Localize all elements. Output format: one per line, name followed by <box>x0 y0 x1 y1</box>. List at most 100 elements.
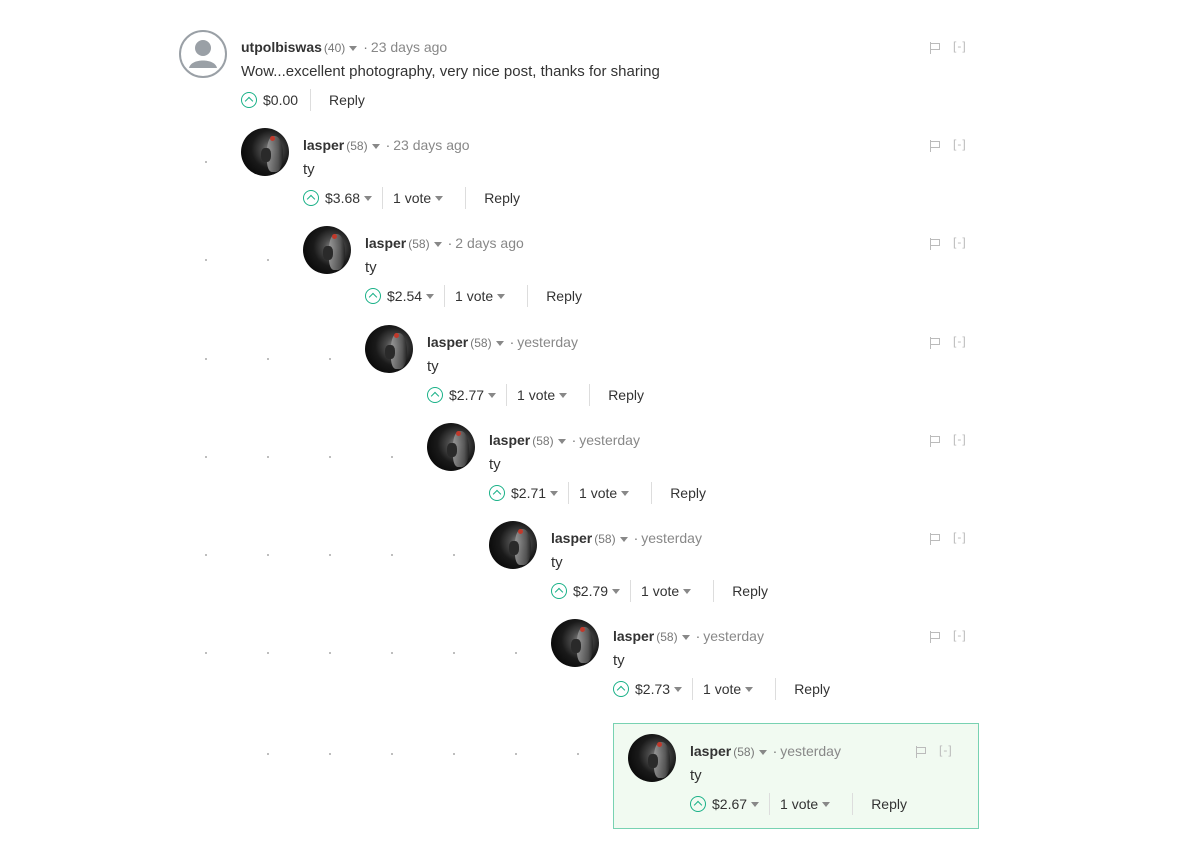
vote-count[interactable]: 1 vote <box>393 187 431 209</box>
author-link[interactable]: lasper <box>489 432 530 448</box>
reply-button[interactable]: Reply <box>546 285 582 307</box>
reply-button[interactable]: Reply <box>670 482 706 504</box>
author-menu-caret-icon[interactable] <box>433 241 442 247</box>
upvote-icon[interactable] <box>613 681 629 698</box>
collapse-button[interactable]: [-] <box>953 334 967 348</box>
collapse-button[interactable]: [-] <box>953 137 967 151</box>
votes-caret-icon[interactable] <box>559 392 568 398</box>
upvote-icon[interactable] <box>365 288 381 305</box>
user-avatar[interactable] <box>179 30 227 78</box>
payout-caret-icon[interactable] <box>550 490 559 496</box>
comment-timestamp[interactable]: yesterday <box>517 334 578 350</box>
upvote-icon[interactable] <box>489 485 505 502</box>
reply-button[interactable]: Reply <box>732 580 768 602</box>
vote-count[interactable]: 1 vote <box>641 580 679 602</box>
payout-caret-icon[interactable] <box>674 686 683 692</box>
reply-button[interactable]: Reply <box>329 89 365 111</box>
payout-value[interactable]: $2.79 <box>573 580 608 602</box>
author-link[interactable]: lasper <box>303 137 344 153</box>
author-menu-caret-icon[interactable] <box>495 340 504 346</box>
comment-body: ty <box>303 161 315 178</box>
vote-count[interactable]: 1 vote <box>517 384 555 406</box>
votes-caret-icon[interactable] <box>822 801 831 807</box>
comment-timestamp[interactable]: 23 days ago <box>393 137 469 153</box>
comment-timestamp[interactable]: yesterday <box>703 628 764 644</box>
user-avatar[interactable] <box>241 128 289 176</box>
votes-caret-icon[interactable] <box>745 686 754 692</box>
reply-button[interactable]: Reply <box>608 384 644 406</box>
user-avatar[interactable] <box>427 423 475 471</box>
payout-value[interactable]: $3.68 <box>325 187 360 209</box>
user-avatar[interactable] <box>628 734 676 782</box>
votes-caret-icon[interactable] <box>621 490 630 496</box>
author-menu-caret-icon[interactable] <box>371 143 380 149</box>
author-menu-caret-icon[interactable] <box>349 45 358 51</box>
thread-guide-dot <box>329 554 331 556</box>
author-link[interactable]: lasper <box>613 628 654 644</box>
reply-button[interactable]: Reply <box>794 678 830 700</box>
vote-count[interactable]: 1 vote <box>780 793 818 815</box>
user-avatar[interactable] <box>489 521 537 569</box>
user-avatar[interactable] <box>365 325 413 373</box>
payout-value[interactable]: $0.00 <box>263 89 298 111</box>
author-link[interactable]: lasper <box>427 334 468 350</box>
payout-value[interactable]: $2.67 <box>712 793 747 815</box>
votes-caret-icon[interactable] <box>435 195 444 201</box>
vote-count[interactable]: 1 vote <box>455 285 493 307</box>
user-avatar[interactable] <box>303 226 351 274</box>
upvote-icon[interactable] <box>241 92 257 109</box>
author-link[interactable]: lasper <box>690 743 731 759</box>
vote-count[interactable]: 1 vote <box>703 678 741 700</box>
author-menu-caret-icon[interactable] <box>758 749 767 755</box>
payout-value[interactable]: $2.73 <box>635 678 670 700</box>
comment-timestamp[interactable]: 2 days ago <box>455 235 524 251</box>
comment-body: ty <box>427 358 439 375</box>
upvote-icon[interactable] <box>427 387 443 404</box>
upvote-icon[interactable] <box>303 190 319 207</box>
payout-caret-icon[interactable] <box>364 195 373 201</box>
collapse-button[interactable]: [-] <box>953 39 967 53</box>
author-link[interactable]: lasper <box>551 530 592 546</box>
payout-value[interactable]: $2.54 <box>387 285 422 307</box>
flag-icon[interactable] <box>930 238 941 250</box>
thread-guide-dot <box>391 652 393 654</box>
comment-timestamp[interactable]: yesterday <box>780 743 841 759</box>
flag-icon[interactable] <box>930 42 941 54</box>
comment-timestamp[interactable]: yesterday <box>579 432 640 448</box>
payout-caret-icon[interactable] <box>488 392 497 398</box>
collapse-button[interactable]: [-] <box>953 235 967 249</box>
payout-value[interactable]: $2.77 <box>449 384 484 406</box>
collapse-button[interactable]: [-] <box>953 628 967 642</box>
flag-icon[interactable] <box>916 746 927 758</box>
flag-icon[interactable] <box>930 337 941 349</box>
author-menu-caret-icon[interactable] <box>619 536 628 542</box>
reply-button[interactable]: Reply <box>871 793 907 815</box>
payout-caret-icon[interactable] <box>751 801 760 807</box>
payout-caret-icon[interactable] <box>426 293 435 299</box>
payout-caret-icon[interactable] <box>612 588 621 594</box>
author-menu-caret-icon[interactable] <box>681 634 690 640</box>
comment-timestamp[interactable]: 23 days ago <box>371 39 447 55</box>
author-link[interactable]: lasper <box>365 235 406 251</box>
votes-caret-icon[interactable] <box>683 588 692 594</box>
user-avatar[interactable] <box>551 619 599 667</box>
comment-timestamp[interactable]: yesterday <box>641 530 702 546</box>
collapse-button[interactable]: [-] <box>939 743 953 757</box>
divider <box>769 793 771 816</box>
flag-icon[interactable] <box>930 631 941 643</box>
divider <box>382 187 384 210</box>
upvote-icon[interactable] <box>690 796 706 813</box>
payout-value[interactable]: $2.71 <box>511 482 546 504</box>
author-link[interactable]: utpolbiswas <box>241 39 322 55</box>
author-menu-caret-icon[interactable] <box>557 438 566 444</box>
collapse-button[interactable]: [-] <box>953 432 967 446</box>
separator-dot: · <box>509 334 515 350</box>
votes-caret-icon[interactable] <box>497 293 506 299</box>
flag-icon[interactable] <box>930 140 941 152</box>
reply-button[interactable]: Reply <box>484 187 520 209</box>
upvote-icon[interactable] <box>551 583 567 600</box>
flag-icon[interactable] <box>930 533 941 545</box>
vote-count[interactable]: 1 vote <box>579 482 617 504</box>
collapse-button[interactable]: [-] <box>953 530 967 544</box>
flag-icon[interactable] <box>930 435 941 447</box>
